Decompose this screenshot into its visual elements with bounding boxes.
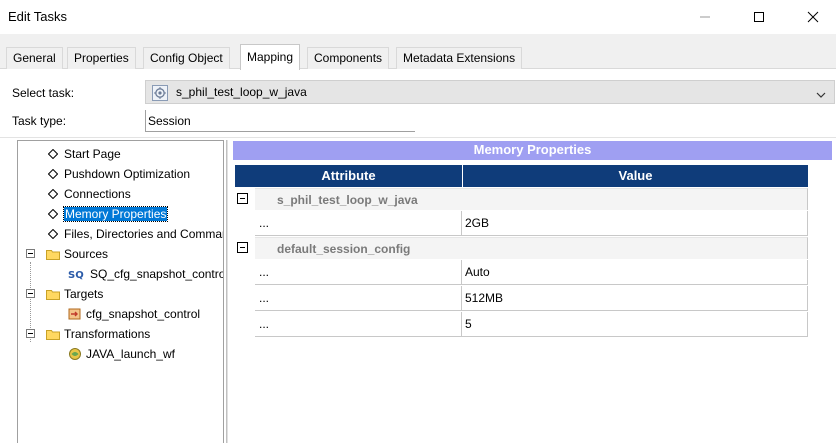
attribute-cell: ...	[255, 211, 462, 236]
tree-item-label: Pushdown Optimization	[64, 166, 191, 181]
value-cell[interactable]: 2GB	[462, 211, 808, 236]
tree-item-label: SQ_cfg_snapshot_control	[90, 266, 224, 281]
tree-item-label: Connections	[64, 186, 131, 201]
diamond-icon	[46, 207, 60, 221]
select-task-label: Select task:	[12, 86, 75, 100]
group-collapse-toggle[interactable]	[237, 242, 248, 253]
group-header: s_phil_test_loop_w_java	[255, 188, 808, 210]
tab-components[interactable]: Components	[307, 47, 390, 69]
tree-item-targets[interactable]: Targets	[46, 284, 103, 303]
folder-icon	[46, 327, 60, 341]
java-transformation-icon	[68, 347, 82, 361]
tree-item-label: cfg_snapshot_control	[86, 306, 201, 321]
minimize-icon	[700, 16, 710, 18]
task-type-label: Task type:	[12, 114, 67, 128]
tree-item-java-launch-wf[interactable]: JAVA_launch_wf	[68, 344, 175, 363]
sources-collapse-toggle[interactable]	[26, 249, 35, 258]
targets-collapse-toggle[interactable]	[26, 289, 35, 298]
tree-item-memory-properties[interactable]: Memory Properties	[46, 204, 169, 223]
diamond-icon	[46, 147, 60, 161]
tree-item-label: Start Page	[64, 146, 121, 161]
value-cell[interactable]: 512MB	[462, 286, 808, 311]
tree-item-sources[interactable]: Sources	[46, 244, 108, 263]
group-header: default_session_config	[255, 237, 808, 259]
minimize-button[interactable]	[682, 0, 728, 34]
folder-icon	[46, 247, 60, 261]
attribute-cell: ...	[255, 260, 462, 285]
diamond-icon	[46, 227, 60, 241]
window-title: Edit Tasks	[8, 9, 68, 24]
select-task-dropdown[interactable]: s_phil_test_loop_w_java	[145, 80, 835, 104]
tree-item-connections[interactable]: Connections	[46, 184, 131, 203]
transformations-collapse-toggle[interactable]	[26, 329, 35, 338]
task-type-field: Session	[145, 110, 415, 132]
tab-config-object[interactable]: Config Object	[143, 47, 230, 69]
group-row: s_phil_test_loop_w_java	[235, 188, 808, 210]
tree-item-label: Transformations	[64, 326, 151, 341]
value-column-header[interactable]: Value	[463, 165, 808, 187]
tree-item-start-page[interactable]: Start Page	[46, 144, 121, 163]
memory-properties-header: Memory Properties	[233, 141, 832, 160]
tree-item-files-directories-commands[interactable]: Files, Directories and Commands	[46, 224, 224, 243]
attribute-cell: ...	[255, 312, 462, 337]
diamond-icon	[46, 187, 60, 201]
close-icon	[807, 11, 819, 23]
group-collapse-toggle[interactable]	[237, 193, 248, 204]
task-type-value: Session	[148, 114, 191, 128]
target-icon	[68, 307, 82, 321]
tree-item-sq-cfg-snapshot-control[interactable]: SQ SQ_cfg_snapshot_control	[68, 264, 224, 283]
title-bar: Edit Tasks	[0, 0, 836, 34]
attribute-cell: ...	[255, 286, 462, 311]
table-row[interactable]: ... Auto	[255, 260, 808, 285]
tab-metadata-extensions[interactable]: Metadata Extensions	[396, 47, 523, 69]
tab-general[interactable]: General	[6, 47, 63, 69]
group-name: default_session_config	[277, 242, 411, 256]
table-row[interactable]: ... 512MB	[255, 286, 808, 311]
tree-item-label: Files, Directories and Commands	[64, 226, 224, 241]
tab-properties[interactable]: Properties	[67, 47, 136, 69]
svg-text:SQ: SQ	[68, 270, 84, 280]
group-row: default_session_config	[235, 237, 808, 259]
tree-item-transformations[interactable]: Transformations	[46, 324, 150, 343]
table-row[interactable]: ... 2GB	[255, 211, 808, 236]
value-cell[interactable]: Auto	[462, 260, 808, 285]
tree-item-label: Memory Properties	[62, 205, 169, 222]
tree-item-label: Targets	[64, 286, 104, 301]
maximize-button[interactable]	[736, 0, 782, 34]
tab-mapping[interactable]: Mapping	[240, 44, 301, 70]
navigation-tree[interactable]: Start Page Pushdown Optimization Connect…	[17, 140, 224, 443]
tree-item-cfg-snapshot-control[interactable]: cfg_snapshot_control	[68, 304, 200, 323]
tree-item-label: JAVA_launch_wf	[86, 346, 175, 361]
maximize-icon	[754, 12, 764, 22]
divider	[0, 137, 836, 138]
tree-item-label: Sources	[64, 246, 109, 261]
folder-icon	[46, 287, 60, 301]
attribute-column-header[interactable]: Attribute	[235, 165, 462, 187]
value-cell[interactable]: 5	[462, 312, 808, 337]
select-task-value: s_phil_test_loop_w_java	[176, 85, 307, 99]
source-qualifier-icon: SQ	[68, 267, 86, 281]
diamond-icon	[46, 167, 60, 181]
close-button[interactable]	[790, 0, 836, 34]
table-row[interactable]: ... 5	[255, 312, 808, 337]
session-gear-icon	[152, 85, 168, 104]
tree-item-pushdown-optimization[interactable]: Pushdown Optimization	[46, 164, 190, 183]
panel-splitter[interactable]	[226, 140, 228, 443]
chevron-down-icon[interactable]	[816, 88, 826, 102]
group-name: s_phil_test_loop_w_java	[277, 193, 418, 207]
